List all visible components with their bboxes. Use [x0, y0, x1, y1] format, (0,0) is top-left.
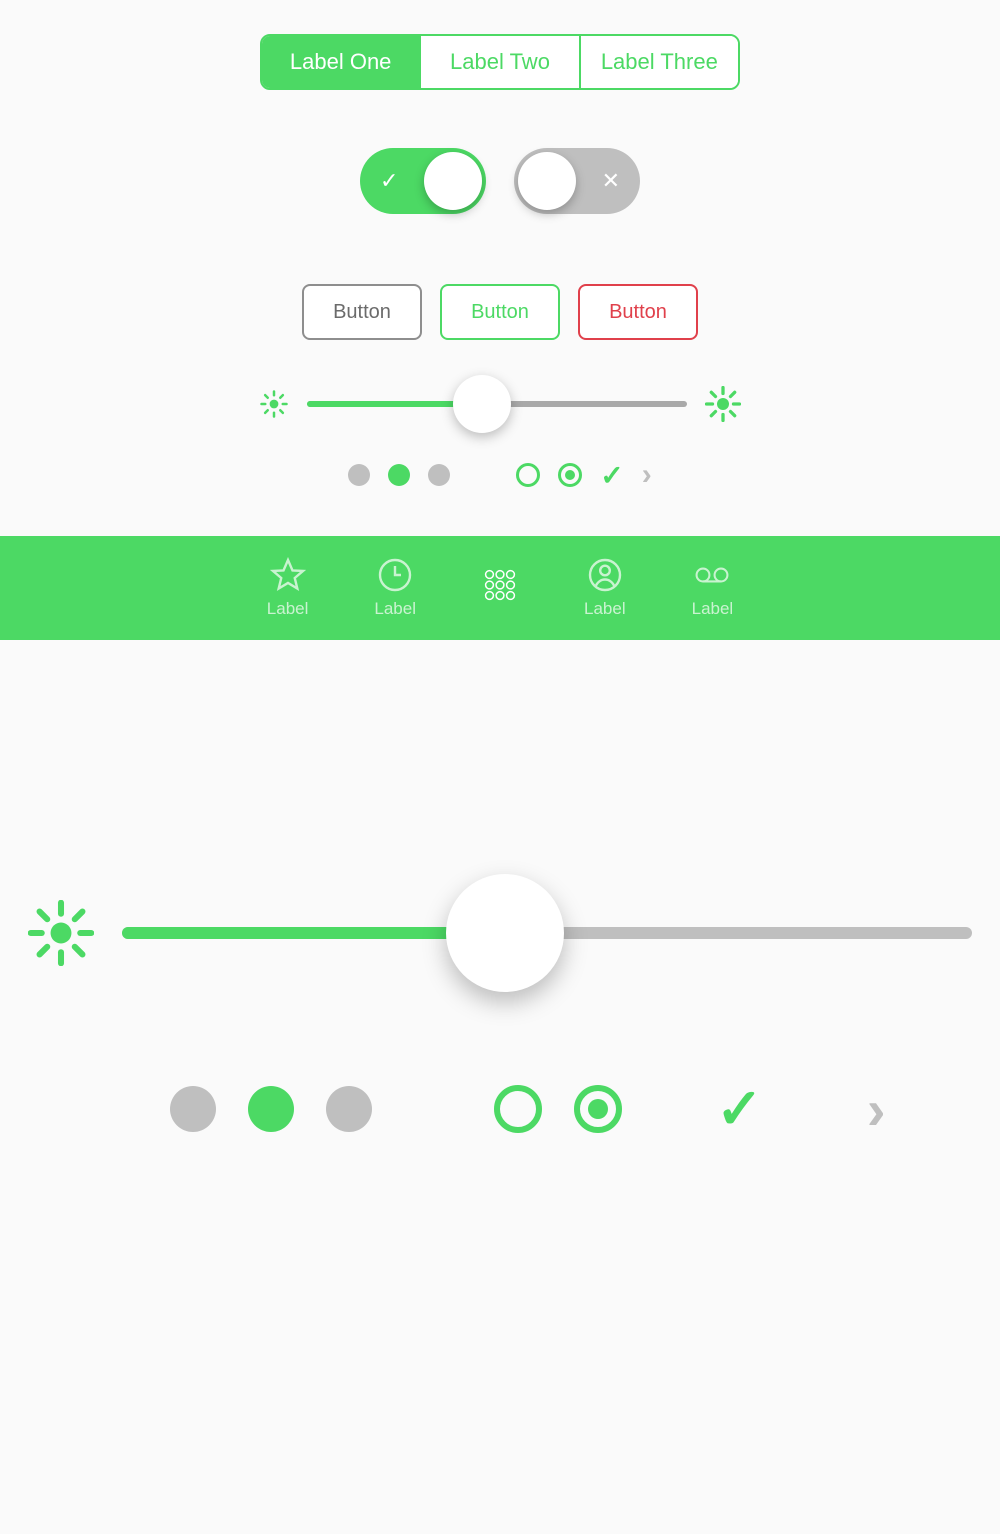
chevron-right-icon[interactable]: › — [642, 458, 652, 492]
page-dot-active[interactable] — [388, 464, 410, 486]
brightness-low-icon — [28, 900, 94, 966]
clock-icon — [377, 557, 413, 593]
radio-selected[interactable] — [558, 463, 582, 487]
page-dot-active[interactable] — [248, 1086, 294, 1132]
slider-track[interactable] — [122, 927, 972, 939]
button-danger[interactable]: Button — [578, 284, 698, 340]
page-dot[interactable] — [348, 464, 370, 486]
segment-one[interactable]: Label One — [262, 36, 421, 88]
toggle-on[interactable]: ✓ — [360, 148, 486, 214]
toggle-off[interactable]: ✕ — [514, 148, 640, 214]
tab-label: Label — [374, 599, 416, 619]
slider-thumb[interactable] — [446, 874, 564, 992]
button-row: Button Button Button — [0, 284, 1000, 340]
radio-unselected[interactable] — [494, 1085, 542, 1133]
page-dot[interactable] — [326, 1086, 372, 1132]
brightness-slider-small — [0, 386, 1000, 422]
tab-recents[interactable]: Label — [374, 557, 416, 619]
indicator-row-small: ✓ › — [0, 458, 1000, 492]
brightness-slider-large — [0, 900, 1000, 966]
user-icon — [587, 557, 623, 593]
tab-contacts[interactable]: Label — [584, 557, 626, 619]
brightness-high-icon — [705, 386, 741, 422]
slider-track[interactable] — [307, 401, 687, 407]
tab-bar: Label Label Label Label — [0, 536, 1000, 640]
button-primary[interactable]: Button — [440, 284, 560, 340]
grid-icon — [482, 567, 518, 603]
slider-thumb[interactable] — [453, 375, 511, 433]
tab-label: Label — [267, 599, 309, 619]
toggle-row: ✓ ✕ — [0, 148, 1000, 214]
segmented-control[interactable]: Label One Label Two Label Three — [260, 34, 740, 90]
toggle-knob[interactable] — [424, 152, 482, 210]
close-icon: ✕ — [602, 168, 620, 194]
radio-unselected[interactable] — [516, 463, 540, 487]
chevron-right-icon[interactable]: › — [867, 1077, 886, 1142]
page-dot[interactable] — [428, 464, 450, 486]
star-icon — [270, 557, 306, 593]
tab-label: Label — [692, 599, 734, 619]
radio-selected[interactable] — [574, 1085, 622, 1133]
segment-two[interactable]: Label Two — [421, 36, 580, 88]
tab-voicemail[interactable]: Label — [692, 557, 734, 619]
tab-keypad[interactable] — [482, 567, 518, 609]
page-dot[interactable] — [170, 1086, 216, 1132]
checkmark-icon: ✓ — [600, 459, 623, 492]
button-default[interactable]: Button — [302, 284, 422, 340]
tab-label: Label — [584, 599, 626, 619]
tab-favorites[interactable]: Label — [267, 557, 309, 619]
check-icon: ✓ — [380, 168, 398, 194]
voicemail-icon — [694, 557, 730, 593]
toggle-knob[interactable] — [518, 152, 576, 210]
brightness-low-icon — [259, 389, 289, 419]
checkmark-icon: ✓ — [716, 1076, 763, 1142]
segment-three[interactable]: Label Three — [581, 36, 738, 88]
indicator-row-large: ✓ › — [0, 1076, 1000, 1142]
